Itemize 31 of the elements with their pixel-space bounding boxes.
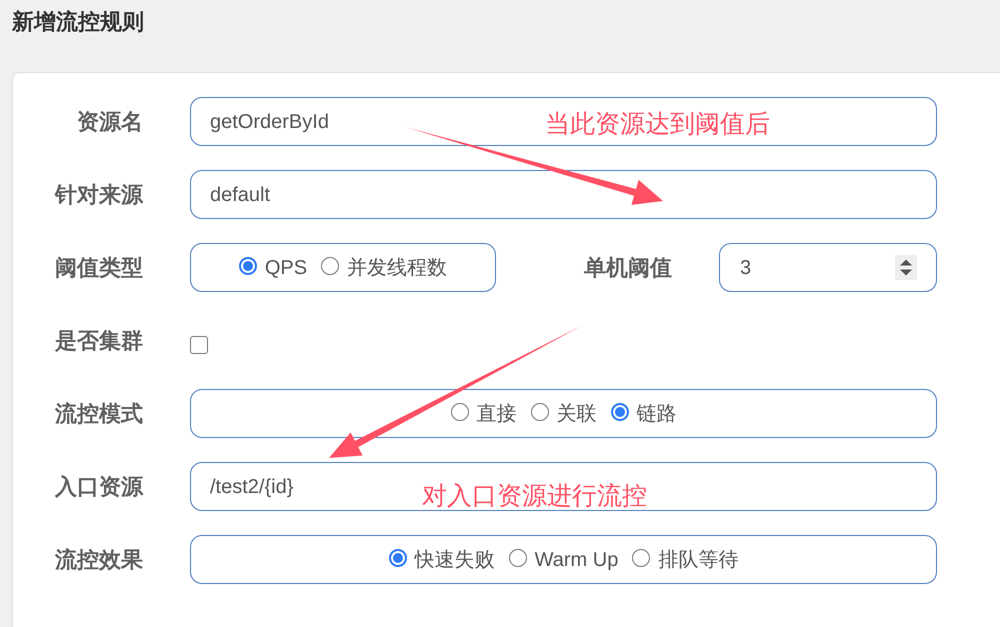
number-field[interactable]: 3 [719, 243, 937, 292]
checkbox[interactable] [190, 336, 208, 354]
radio-option[interactable]: 关联 [530, 400, 596, 428]
field-label: 是否集群 [54, 327, 143, 355]
field-label: 入口资源 [54, 473, 143, 501]
annotation-text: 当此资源达到阈值后 [545, 109, 770, 139]
radio-option[interactable]: 快速失败 [388, 546, 495, 574]
radio-button[interactable] [508, 548, 527, 566]
radio-option[interactable]: Warm Up [508, 546, 618, 574]
field-label: 流控模式 [54, 400, 143, 428]
radio-button[interactable] [238, 256, 257, 274]
field-label: 流控效果 [54, 546, 143, 574]
radio-option[interactable]: 链路 [610, 400, 676, 428]
text-field[interactable]: default [190, 170, 937, 219]
annotation-text: 对入口资源进行流控 [422, 481, 647, 511]
radio-option[interactable]: 并发线程数 [321, 254, 448, 282]
field-label: 阈值类型 [54, 254, 143, 282]
radio-button[interactable] [388, 548, 407, 566]
radio-button[interactable] [321, 256, 340, 274]
radio-button[interactable] [450, 402, 468, 420]
radio-option[interactable]: QPS [238, 254, 308, 282]
field-label: 针对来源 [53, 181, 143, 209]
radio-option[interactable]: 直接 [450, 400, 516, 428]
page-title: 新增流控规则 [12, 9, 144, 34]
radio-button[interactable] [632, 548, 650, 566]
radio-button[interactable] [610, 402, 628, 420]
field-label: 资源名 [76, 108, 143, 136]
field-label: 单机阈值 [583, 254, 672, 282]
radio-option[interactable]: 排队等待 [632, 546, 738, 574]
radio-button[interactable] [530, 402, 548, 420]
spinner-icon[interactable] [895, 255, 917, 280]
